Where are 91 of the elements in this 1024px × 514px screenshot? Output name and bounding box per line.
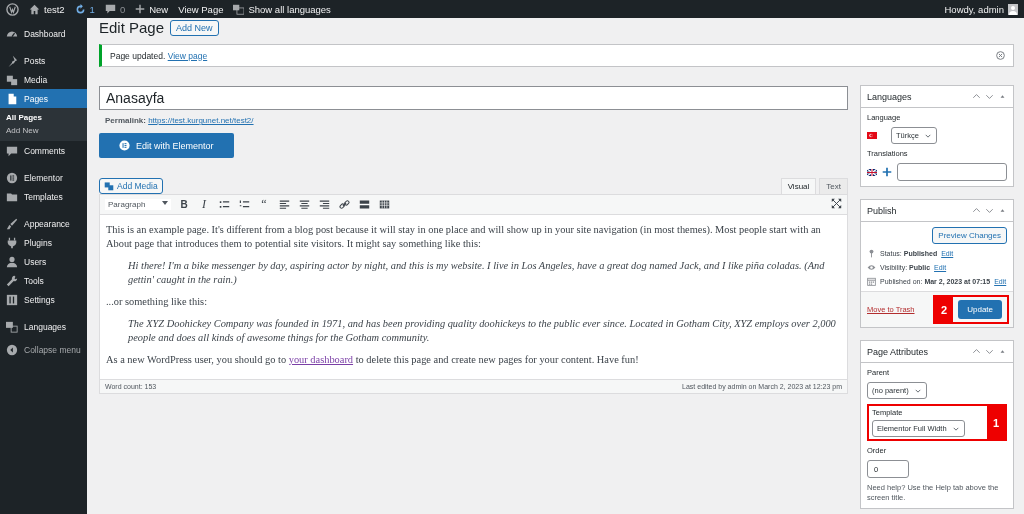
fullscreen-icon[interactable]	[831, 198, 842, 209]
bold-button[interactable]: B	[177, 197, 191, 212]
sidebar-item[interactable]: Pages	[0, 89, 87, 108]
chevron-up-icon[interactable]	[972, 92, 981, 101]
dashboard-link[interactable]: your dashboard	[288, 354, 354, 365]
circle-logo-icon	[119, 140, 130, 151]
collapse-triangle-icon[interactable]	[998, 206, 1007, 215]
circle-logo-icon	[6, 171, 18, 184]
translate-icon	[6, 320, 18, 333]
view-page-link[interactable]: View Page	[178, 3, 224, 15]
add-new-button[interactable]: Add New	[170, 19, 219, 36]
body-paragraph: This is an example page. It's different from a blog post because it will stay in one place and will show up in your site navigation (in most themes). Most people start with an About page that introduces them to potential site visitors. It might say something like this:	[106, 223, 822, 251]
submenu-item[interactable]: All Pages	[0, 111, 87, 124]
site-name-link[interactable]: test2	[44, 3, 65, 15]
callout-number: 2	[935, 297, 954, 322]
brush-icon	[6, 217, 18, 230]
body-paragraph: ...or something like this:	[106, 295, 208, 309]
updates-count[interactable]: 1	[89, 3, 95, 15]
chevron-down-icon[interactable]	[985, 206, 994, 215]
eye-icon	[867, 263, 876, 272]
media-icon	[104, 181, 114, 191]
sidebar-item[interactable]: Media	[0, 70, 87, 89]
blockquote-paragraph: Hi there! I'm a bike messenger by day, aspiring actor by night, and this is my website. I live in Los Angeles, have a great dog named Jack, and I like piña coladas. (And gettin' caught in the rain.)	[128, 259, 826, 287]
chevron-down-icon[interactable]	[985, 347, 994, 356]
translate-icon	[233, 3, 245, 15]
person-icon	[6, 255, 18, 268]
refresh-icon	[74, 3, 86, 15]
insert-link-button[interactable]	[337, 197, 351, 212]
speech-bubble-icon	[104, 3, 116, 15]
avatar-icon[interactable]	[1008, 3, 1018, 15]
sidebar-item[interactable]: Users	[0, 252, 87, 271]
plus-icon[interactable]	[882, 167, 892, 177]
submenu-item[interactable]: Add New	[0, 124, 87, 137]
collapse-icon	[6, 344, 18, 356]
dropdown-triangle-icon	[162, 200, 168, 206]
chevron-down-icon[interactable]	[985, 92, 994, 101]
chevron-up-icon[interactable]	[972, 347, 981, 356]
collapse-triangle-icon[interactable]	[998, 92, 1007, 101]
preview-changes-button[interactable]: Preview Changes	[932, 227, 1007, 244]
wordpress-logo-icon[interactable]	[6, 2, 19, 16]
view-page-link[interactable]: View page	[167, 50, 208, 61]
chevron-up-icon[interactable]	[972, 206, 981, 215]
page-heading: Edit Page	[99, 19, 165, 36]
speech-bubble-icon	[6, 144, 18, 157]
update-button[interactable]: Update	[958, 300, 1002, 319]
collapse-triangle-icon[interactable]	[998, 347, 1007, 356]
permalink-link[interactable]: https://test.kurgunet.net/test2/	[148, 116, 254, 125]
show-all-languages-link[interactable]: Show all languages	[248, 3, 331, 15]
translation-field[interactable]	[897, 163, 1007, 181]
blockquote-paragraph: The XYZ Doohickey Company was founded in 1971, and has been providing quality doohickeys to the public ever since. Located in Gotham City, XYZ employs over 2,000 people and does all kinds of awesome things for the Gotham community.	[128, 317, 837, 345]
sidebar-item[interactable]: Posts	[0, 51, 87, 70]
permalink-text: Permalink: https://test.kurgunet.net/test2/	[105, 116, 255, 125]
collapse-menu-link[interactable]: Collapse menu	[24, 345, 81, 355]
plus-icon	[135, 4, 146, 14]
sidebar-item[interactable]: Elementor	[0, 168, 87, 187]
sidebar-item[interactable]: Appearance	[0, 214, 87, 233]
plug-icon	[6, 236, 18, 249]
body-paragraph: As a new WordPress user, you should go to your dashboard to delete this page and create new pages for your content. Have fun!	[106, 353, 640, 367]
home-icon	[29, 3, 40, 15]
sliders-icon	[6, 293, 18, 306]
editor-tab[interactable]: Visual	[780, 178, 817, 194]
sidebar-item[interactable]: Comments	[0, 141, 87, 160]
sidebar-item[interactable]: Plugins	[0, 233, 87, 252]
comments-count[interactable]: 0	[119, 3, 126, 15]
flag-icon	[867, 132, 877, 139]
sidebar-item[interactable]: Languages	[0, 317, 87, 336]
page-icon	[6, 92, 18, 105]
panel-title: Page Attributes	[867, 346, 929, 357]
post-title-field[interactable]: Anasayfa	[99, 86, 848, 110]
sidebar-item[interactable]: Settings	[0, 290, 87, 309]
sidebar-item[interactable]: Templates	[0, 187, 87, 206]
edit-with-elementor-button[interactable]: Edit with Elementor	[99, 133, 234, 158]
dismiss-icon[interactable]	[996, 51, 1005, 60]
callout-number: 1	[986, 406, 1005, 439]
howdy-link[interactable]: Howdy, admin	[944, 3, 1004, 15]
sidebar-item[interactable]: Dashboard	[0, 24, 87, 43]
panel-title: Publish	[867, 205, 897, 216]
notice-text: Page updated. View page	[110, 50, 208, 61]
add-media-button[interactable]: Add Media	[99, 178, 163, 194]
sidebar-item[interactable]: Tools	[0, 271, 87, 290]
pin-icon	[867, 249, 876, 258]
blockquote-button[interactable]: “	[257, 197, 271, 212]
media-icon	[6, 73, 18, 86]
new-link[interactable]: New	[149, 3, 169, 15]
calendar-icon	[867, 277, 876, 286]
panel-title: Languages	[867, 91, 912, 102]
format-dropdown[interactable]: Paragraph	[105, 199, 171, 210]
wrench-icon	[6, 274, 18, 287]
editor-tab[interactable]: Text	[819, 178, 848, 194]
flag-icon	[867, 168, 877, 176]
italic-button[interactable]: I	[197, 197, 211, 212]
